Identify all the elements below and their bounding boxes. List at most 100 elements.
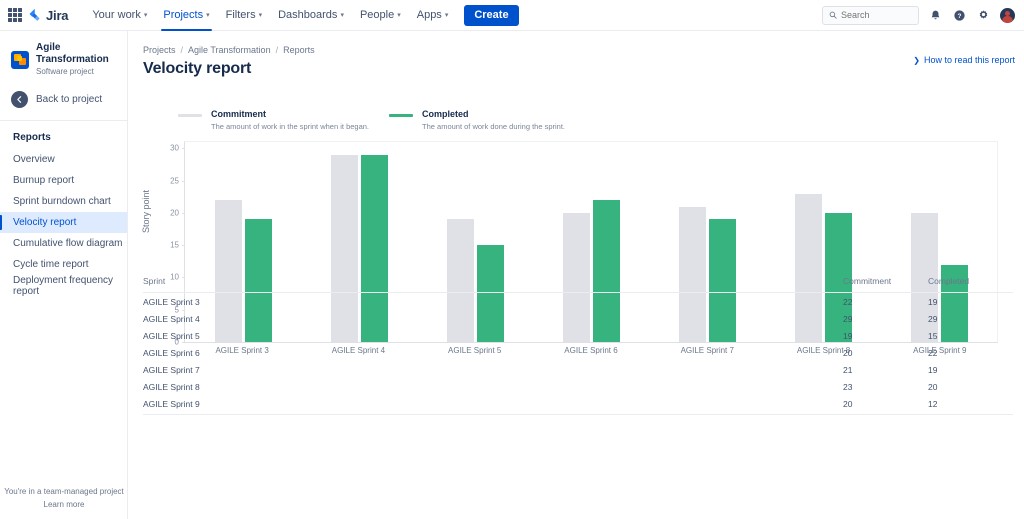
user-avatar[interactable] <box>1000 7 1015 23</box>
learn-more-link[interactable]: Learn more <box>0 498 128 511</box>
sidebar: Agile Transformation Software project Ba… <box>0 31 128 519</box>
help-icon[interactable]: ? <box>952 8 967 23</box>
search-box[interactable] <box>822 5 919 25</box>
legend-entry-commitment: Commitment The amount of work in the spr… <box>178 108 369 133</box>
velocity-data-table: Sprint Commitment Completed AGILE Sprint… <box>143 276 1013 415</box>
nav-label: People <box>359 9 395 21</box>
nav-right-group: ? <box>822 5 1024 25</box>
sidebar-item-overview[interactable]: Overview <box>0 149 127 170</box>
page-title: Velocity report <box>143 60 252 77</box>
notification-bell-icon[interactable] <box>928 8 943 23</box>
jira-logo-text: Jira <box>46 7 69 23</box>
how-to-read-this-report-link[interactable]: ❯ How to read this report <box>913 55 1015 65</box>
apps-grid-icon[interactable] <box>8 8 22 22</box>
avatar-body <box>1002 15 1013 23</box>
nav-label: Projects <box>163 9 204 21</box>
sidebar-item-label: Burnup report <box>13 175 75 186</box>
legend-description-completed: The amount of work done during the sprin… <box>422 122 566 131</box>
legend-description-commitment: The amount of work in the sprint when it… <box>211 122 370 131</box>
table-cell-commitment: 22 <box>843 296 853 307</box>
nav-item-people[interactable]: People ▾ <box>352 0 409 31</box>
sidebar-footer: You're in a team-managed project Learn m… <box>0 485 128 511</box>
table-row[interactable]: AGILE Sprint 3 22 19 <box>143 293 1013 311</box>
nav-label: Filters <box>225 9 256 21</box>
back-arrow-icon <box>11 90 28 108</box>
table-cell-sprint: AGILE Sprint 9 <box>143 395 843 415</box>
sidebar-item-label: Cycle time report <box>13 259 89 270</box>
back-to-project-label: Back to project <box>36 93 103 105</box>
create-button[interactable]: Create <box>464 4 519 26</box>
sidebar-item-cycle-time-report[interactable]: Cycle time report <box>0 254 127 275</box>
legend-text-group: Commitment The amount of work in the spr… <box>211 108 369 133</box>
search-icon <box>829 11 837 19</box>
y-axis-label: Story point <box>141 189 151 233</box>
nav-item-projects[interactable]: Projects ▾ <box>155 0 217 31</box>
breadcrumb-item-reports[interactable]: Reports <box>283 45 315 55</box>
chevron-down-icon: ▾ <box>258 12 263 19</box>
breadcrumb-item-projects[interactable]: Projects <box>143 45 176 55</box>
top-navigation-bar: Jira Your work ▾ Projects ▾ Filters ▾ Da… <box>0 0 1024 31</box>
table-body: AGILE Sprint 3 22 19 AGILE Sprint 4 29 29 AGIL… <box>143 293 1013 415</box>
breadcrumb-item-agile-transformation[interactable]: Agile Transformation <box>188 45 271 55</box>
legend-swatch-completed <box>389 114 414 117</box>
legend-title-completed: Completed <box>422 109 469 119</box>
y-axis-tick-label: 25 <box>170 176 179 186</box>
settings-gear-icon[interactable] <box>976 8 991 23</box>
table-cell-completed: 15 <box>928 330 938 341</box>
table-cell-sprint: AGILE Sprint 5 <box>143 330 200 341</box>
table-cell-completed: 12 <box>928 395 1013 415</box>
nav-label: Apps <box>416 9 442 21</box>
table-row[interactable]: AGILE Sprint 9 20 12 <box>143 395 1013 415</box>
table-cell-sprint: AGILE Sprint 6 <box>143 347 200 358</box>
svg-text:?: ? <box>958 12 962 19</box>
avatar-head <box>1005 10 1010 16</box>
project-header[interactable]: Agile Transformation Software project <box>0 31 127 77</box>
table-cell-completed: 19 <box>928 296 938 307</box>
search-input[interactable] <box>841 10 912 20</box>
table-cell-commitment: 21 <box>843 364 853 375</box>
nav-item-your-work[interactable]: Your work ▾ <box>84 0 155 31</box>
table-cell-completed: 20 <box>928 381 938 392</box>
back-to-project-button[interactable]: Back to project <box>0 88 127 110</box>
sidebar-item-label: Overview <box>13 154 55 165</box>
table-cell-completed: 19 <box>928 364 938 375</box>
nav-item-dashboards[interactable]: Dashboards ▾ <box>270 0 352 31</box>
project-text-group: Agile Transformation Software project <box>36 42 127 77</box>
table-cell-commitment: 20 <box>843 347 853 358</box>
chart-legend: Commitment The amount of work in the spr… <box>178 108 565 133</box>
sidebar-item-deployment-frequency-report[interactable]: Deployment frequency report <box>0 275 127 297</box>
y-axis-tick-label: 15 <box>170 240 179 250</box>
legend-title-commitment: Commitment <box>211 109 267 119</box>
sidebar-item-label: Cumulative flow diagram <box>13 238 123 249</box>
nav-item-filters[interactable]: Filters ▾ <box>218 0 270 31</box>
sidebar-item-burnup-report[interactable]: Burnup report <box>0 170 127 191</box>
sidebar-item-sprint-burndown-chart[interactable]: Sprint burndown chart <box>0 191 127 212</box>
table-header-sprint: Sprint <box>143 276 843 293</box>
table-cell-commitment: 23 <box>843 381 853 392</box>
nav-label: Your work <box>92 9 141 21</box>
table-row[interactable]: AGILE Sprint 7 21 19 <box>143 361 1013 378</box>
sidebar-item-velocity-report[interactable]: Velocity report <box>0 212 127 233</box>
table-row[interactable]: AGILE Sprint 5 19 15 <box>143 327 1013 344</box>
chevron-down-icon: ▾ <box>444 12 449 19</box>
team-managed-text: You're in a team-managed project <box>4 487 124 496</box>
table-cell-sprint: AGILE Sprint 3 <box>143 296 200 307</box>
project-type: Software project <box>36 67 94 76</box>
breadcrumb: Projects / Agile Transformation / Report… <box>128 31 1024 55</box>
nav-item-apps[interactable]: Apps ▾ <box>409 0 457 31</box>
breadcrumb-separator: / <box>180 45 184 55</box>
chevron-right-icon: ❯ <box>913 55 920 65</box>
how-to-read-label: How to read this report <box>923 55 1015 65</box>
chevron-down-icon: ▾ <box>397 12 401 19</box>
project-name: Agile Transformation <box>36 42 109 65</box>
sidebar-item-cumulative-flow-diagram[interactable]: Cumulative flow diagram <box>0 233 127 254</box>
table-row[interactable]: AGILE Sprint 8 23 20 <box>143 378 1013 395</box>
jira-logo[interactable]: Jira <box>28 7 69 23</box>
table-header-commitment: Commitment <box>843 276 928 293</box>
table-cell-sprint: AGILE Sprint 7 <box>143 364 200 375</box>
nav-label: Dashboards <box>278 9 338 21</box>
table-cell-commitment: 20 <box>843 395 928 415</box>
table-row[interactable]: AGILE Sprint 4 29 29 <box>143 310 1013 327</box>
sidebar-section-reports: Reports <box>13 132 51 143</box>
table-row[interactable]: AGILE Sprint 6 20 22 <box>143 344 1013 361</box>
